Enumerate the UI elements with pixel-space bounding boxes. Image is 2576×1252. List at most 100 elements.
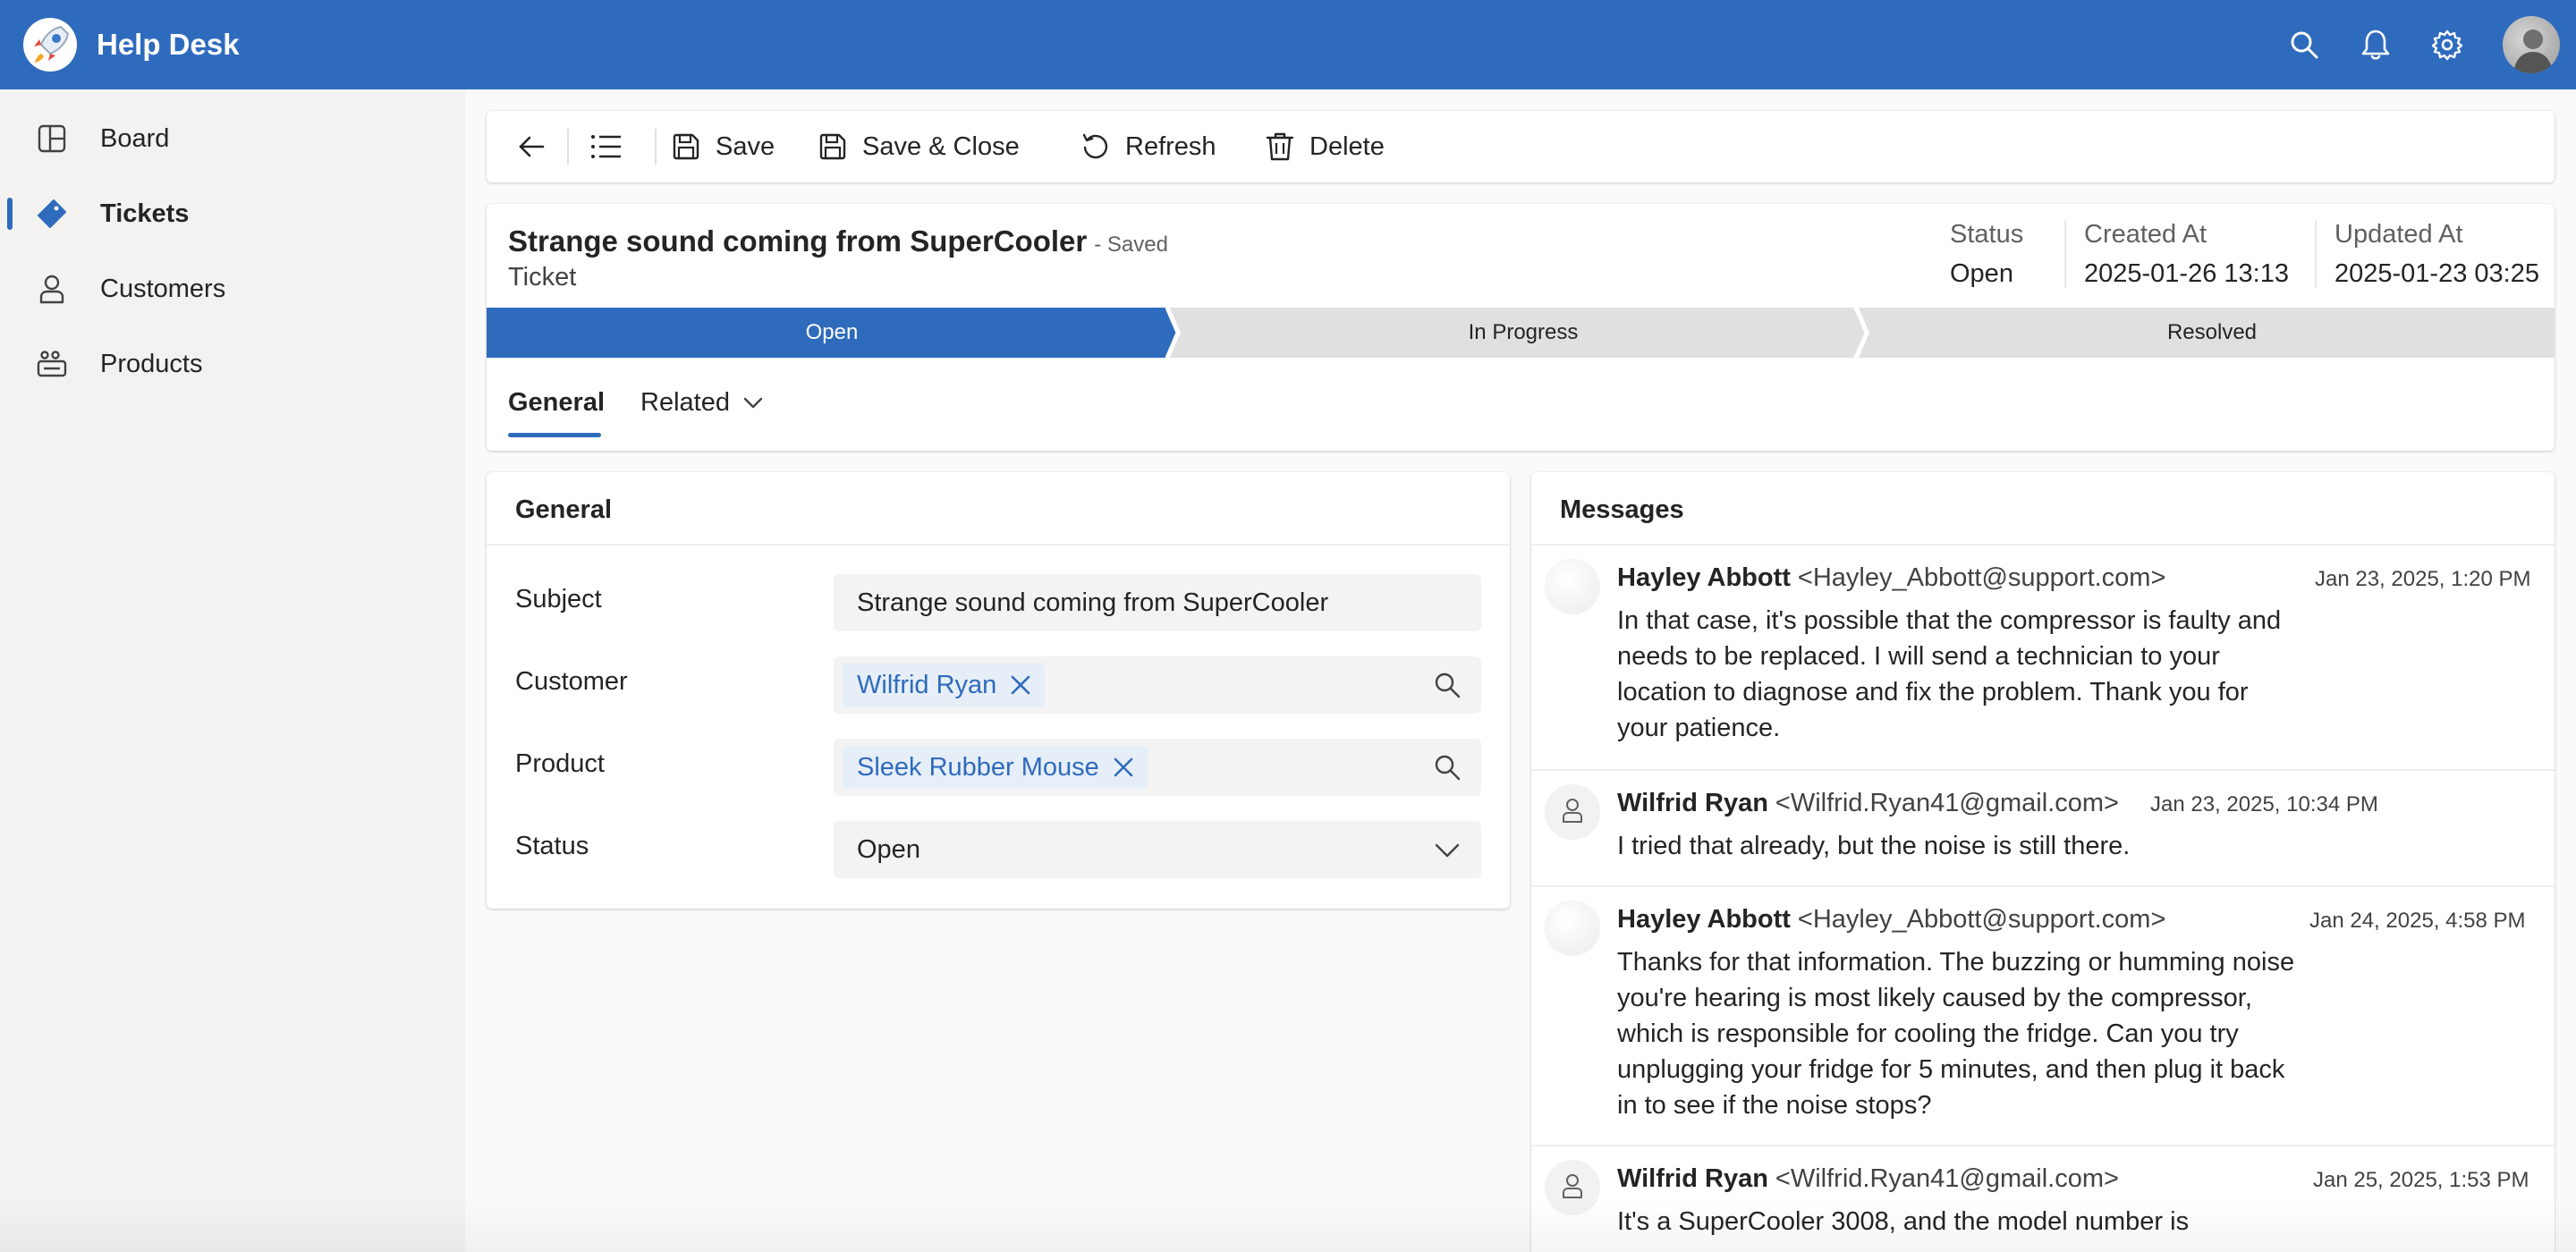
chevron-down-icon bbox=[742, 392, 764, 413]
message-item: Wilfrid Ryan <Wilfrid.Ryan41@gmail.com> J… bbox=[1531, 771, 2555, 887]
sidebar-item-board[interactable]: Board bbox=[0, 107, 465, 170]
section-title: General bbox=[515, 495, 612, 524]
bell-icon[interactable] bbox=[2356, 25, 2395, 64]
header-field-updated-at: Updated At 2025-01-23 03:25 bbox=[2334, 216, 2539, 297]
search-icon[interactable] bbox=[1433, 671, 1462, 699]
header-field-label: Status bbox=[1950, 220, 2024, 249]
message-date: Jan 23, 2025, 1:20 PM bbox=[2315, 567, 2531, 591]
message-date: Jan 25, 2025, 1:53 PM bbox=[2313, 1168, 2529, 1192]
sidebar-item-label: Tickets bbox=[100, 199, 190, 228]
message-email: <Hayley_Abbott@support.com> bbox=[1797, 905, 2166, 934]
save-and-close-label: Save & Close bbox=[862, 131, 1020, 161]
list-view-button[interactable] bbox=[572, 111, 640, 182]
save-button[interactable]: Save bbox=[669, 111, 775, 182]
status-value: Open bbox=[857, 835, 920, 864]
toolbar-divider bbox=[567, 129, 569, 165]
message-header: Wilfrid Ryan <Wilfrid.Ryan41@gmail.com> bbox=[1617, 785, 2119, 821]
customer-tag[interactable]: Wilfrid Ryan bbox=[843, 664, 1046, 706]
sidebar-item-tickets[interactable]: Tickets bbox=[0, 182, 465, 245]
user-avatar[interactable] bbox=[2503, 16, 2560, 73]
tab-related[interactable]: Related bbox=[640, 385, 764, 420]
refresh-icon bbox=[1079, 130, 1113, 164]
arrow-left-icon bbox=[514, 130, 548, 164]
stage-open[interactable]: Open bbox=[487, 308, 1177, 358]
header-field-value: 2025-01-26 13:13 bbox=[2084, 259, 2289, 288]
search-icon[interactable] bbox=[1433, 753, 1462, 782]
stage-in-progress[interactable]: In Progress bbox=[1181, 308, 1866, 358]
message-date: Jan 24, 2025, 4:58 PM bbox=[2309, 909, 2526, 933]
person-icon bbox=[36, 273, 68, 305]
person-icon bbox=[1559, 1172, 1586, 1204]
search-icon[interactable] bbox=[2284, 25, 2324, 64]
message-header: Hayley Abbott <Hayley_Abbott@support.com> bbox=[1617, 560, 2165, 596]
message-item: Wilfrid Ryan <Wilfrid.Ryan41@gmail.com> J… bbox=[1531, 1146, 2555, 1252]
message-author: Hayley Abbott bbox=[1617, 563, 1791, 592]
close-icon[interactable] bbox=[1112, 756, 1135, 779]
gear-icon[interactable] bbox=[2428, 25, 2467, 64]
entity-name: Ticket bbox=[508, 263, 577, 292]
product-lookup[interactable]: Sleek Rubber Mouse bbox=[834, 739, 1481, 796]
refresh-button[interactable]: Refresh bbox=[1079, 111, 1216, 182]
main-content: Save Save & Close Refresh Delete Strange… bbox=[465, 89, 2576, 1252]
sidebar-item-customers[interactable]: Customers bbox=[0, 258, 465, 320]
form-tabs: General Related bbox=[487, 358, 2555, 451]
customer-tag-label: Wilfrid Ryan bbox=[857, 670, 997, 699]
save-button-label: Save bbox=[716, 131, 775, 161]
close-icon[interactable] bbox=[1009, 673, 1032, 697]
products-icon bbox=[36, 348, 68, 380]
header-field-value: Open bbox=[1950, 259, 2013, 288]
message-body: I tried that already, but the noise is s… bbox=[1617, 832, 2131, 860]
message-item: Hayley Abbott <Hayley_Abbott@support.com>… bbox=[1531, 546, 2555, 771]
header-divider bbox=[2064, 220, 2066, 288]
sidebar-item-label: Board bbox=[100, 124, 170, 153]
save-icon bbox=[816, 130, 850, 164]
message-header: Hayley Abbott <Hayley_Abbott@support.com> bbox=[1617, 901, 2165, 937]
message-author: Hayley Abbott bbox=[1617, 905, 1791, 934]
ticket-title: Strange sound coming from SuperCooler bbox=[508, 224, 1088, 258]
status-select[interactable]: Open bbox=[834, 821, 1481, 878]
trash-icon bbox=[1263, 130, 1297, 164]
save-and-close-button[interactable]: Save & Close bbox=[816, 111, 1020, 182]
refresh-label: Refresh bbox=[1125, 131, 1216, 161]
delete-label: Delete bbox=[1309, 131, 1385, 161]
avatar bbox=[1546, 901, 1599, 955]
general-section: General Subject Strange sound coming fro… bbox=[487, 472, 1510, 909]
product-tag[interactable]: Sleek Rubber Mouse bbox=[843, 746, 1148, 789]
message-header: Wilfrid Ryan <Wilfrid.Ryan41@gmail.com> bbox=[1617, 1161, 2119, 1197]
active-indicator bbox=[7, 198, 13, 230]
avatar bbox=[1546, 560, 1599, 613]
section-divider bbox=[487, 544, 1510, 546]
stage-resolved[interactable]: Resolved bbox=[1869, 308, 2555, 358]
avatar bbox=[1546, 1161, 1599, 1214]
customer-label: Customer bbox=[515, 667, 628, 696]
top-app-bar: Help Desk bbox=[0, 0, 2576, 89]
message-author: Wilfrid Ryan bbox=[1617, 1164, 1768, 1193]
rocket-logo-icon[interactable] bbox=[21, 16, 79, 73]
subject-field[interactable]: Strange sound coming from SuperCooler bbox=[834, 574, 1481, 631]
delete-button[interactable]: Delete bbox=[1263, 111, 1385, 182]
app-title[interactable]: Help Desk bbox=[97, 25, 240, 64]
product-tag-label: Sleek Rubber Mouse bbox=[857, 752, 1099, 782]
subject-label: Subject bbox=[515, 585, 602, 613]
header-field-status: Status Open bbox=[1950, 216, 2023, 297]
message-body: It's a SuperCooler 3008, and the model n… bbox=[1617, 1207, 2190, 1236]
avatar bbox=[1546, 785, 1599, 839]
section-title: Messages bbox=[1560, 495, 1684, 524]
message-email: <Wilfrid.Ryan41@gmail.com> bbox=[1775, 1164, 2119, 1193]
sidebar-item-products[interactable]: Products bbox=[0, 333, 465, 395]
message-email: <Wilfrid.Ryan41@gmail.com> bbox=[1775, 789, 2119, 817]
active-tab-indicator bbox=[508, 433, 601, 437]
list-icon bbox=[589, 130, 623, 164]
back-button[interactable] bbox=[497, 111, 565, 182]
ticket-icon bbox=[36, 198, 68, 230]
toolbar-divider bbox=[655, 129, 657, 165]
customer-lookup[interactable]: Wilfrid Ryan bbox=[834, 656, 1481, 714]
messages-panel: Messages Hayley Abbott <Hayley_Abbott@sup… bbox=[1531, 472, 2555, 1252]
tab-general[interactable]: General bbox=[508, 385, 605, 420]
header-field-value: 2025-01-23 03:25 bbox=[2334, 259, 2539, 288]
business-process-flow: Open In Progress Resolved bbox=[487, 308, 2555, 358]
header-field-label: Updated At bbox=[2334, 220, 2463, 249]
tab-related-label: Related bbox=[640, 388, 730, 417]
person-icon bbox=[1559, 797, 1586, 828]
save-status: - Saved bbox=[1094, 233, 1168, 257]
